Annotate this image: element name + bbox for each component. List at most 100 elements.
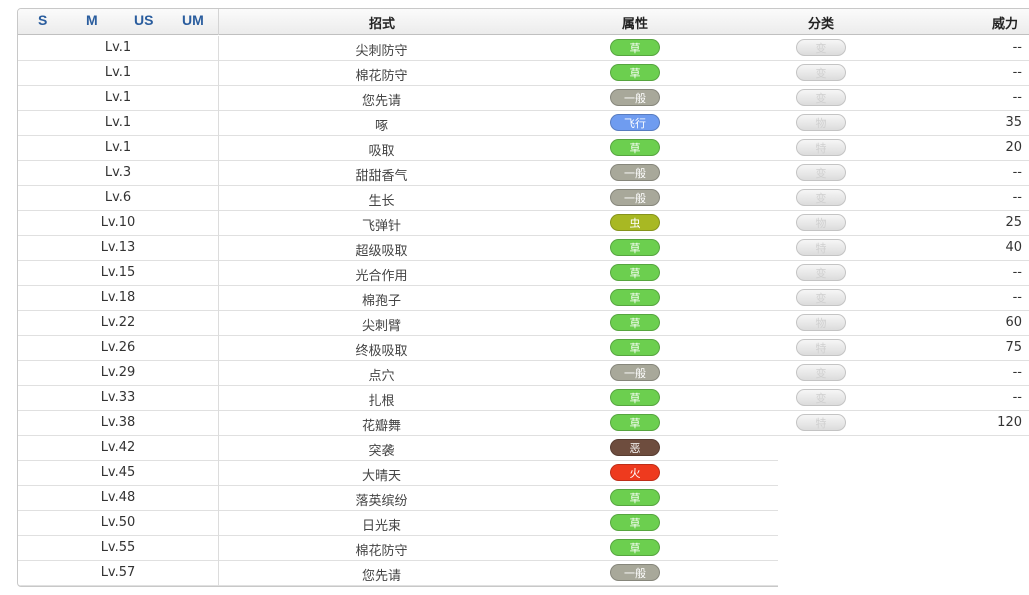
category-badge: 变 — [796, 289, 846, 306]
type-badge: 草 — [610, 489, 660, 506]
table-row[interactable]: Lv.29 点穴 一般 变 -- — [18, 361, 1029, 386]
table-row[interactable]: Lv.57 您先请 一般 — [18, 561, 1029, 586]
type-badge: 草 — [610, 339, 660, 356]
move-name-link[interactable]: 突袭 — [219, 440, 544, 459]
move-name-link[interactable]: 终极吸取 — [219, 340, 544, 359]
table-row[interactable]: Lv.45 大晴天 火 — [18, 461, 1029, 486]
power-cell: -- — [1012, 90, 1022, 105]
table-row[interactable]: Lv.1 啄 飞行 物 35 — [18, 111, 1029, 136]
category-badge: 变 — [796, 264, 846, 281]
type-badge: 一般 — [610, 164, 660, 181]
category-badge: 物 — [796, 314, 846, 331]
move-name-link[interactable]: 超级吸取 — [219, 240, 544, 259]
type-badge: 虫 — [610, 214, 660, 231]
category-badge: 物 — [796, 214, 846, 231]
table-row[interactable]: Lv.42 突袭 恶 — [18, 436, 1029, 461]
table-row[interactable]: Lv.50 日光束 草 — [18, 511, 1029, 536]
level-cell: Lv.33 — [100, 390, 136, 405]
power-cell: -- — [1012, 165, 1022, 180]
move-name-link[interactable]: 您先请 — [219, 90, 544, 109]
table-row[interactable]: Lv.1 棉花防守 草 变 -- — [18, 61, 1029, 86]
move-name-link[interactable]: 啄 — [219, 115, 544, 134]
level-cell: Lv.50 — [100, 515, 136, 530]
move-name-link[interactable]: 花瓣舞 — [219, 415, 544, 434]
table-row[interactable]: Lv.1 您先请 一般 变 -- — [18, 86, 1029, 111]
table-row[interactable]: Lv.1 吸取 草 特 20 — [18, 136, 1029, 161]
table-row[interactable]: Lv.3 甜甜香气 一般 变 -- — [18, 161, 1029, 186]
power-cell: 60 — [1005, 315, 1022, 330]
level-cell: Lv.15 — [100, 265, 136, 280]
level-cell: Lv.18 — [100, 290, 136, 305]
type-badge: 一般 — [610, 189, 660, 206]
header-category: 分类 — [807, 17, 834, 32]
power-cell: -- — [1012, 390, 1022, 405]
table-row[interactable]: Lv.10 飞弹针 虫 物 25 — [18, 211, 1029, 236]
level-cell: Lv.48 — [100, 490, 136, 505]
move-name-link[interactable]: 光合作用 — [219, 265, 544, 284]
table-row[interactable]: Lv.13 超级吸取 草 特 40 — [18, 236, 1029, 261]
level-cell: Lv.1 — [104, 140, 132, 155]
level-cell: Lv.57 — [100, 565, 136, 580]
type-badge: 一般 — [610, 89, 660, 106]
table-row[interactable]: Lv.48 落英缤纷 草 — [18, 486, 1029, 511]
type-badge: 草 — [610, 414, 660, 431]
move-name-link[interactable]: 您先请 — [219, 565, 544, 584]
type-badge: 飞行 — [610, 114, 660, 131]
table-row[interactable]: Lv.1 尖刺防守 草 变 -- — [18, 36, 1029, 61]
table-body: Lv.1 尖刺防守草变 -- Lv.1 棉花防守草变 -- Lv.1 您先请 一般变 -- Lv.1… — [18, 36, 1029, 586]
type-badge: 一般 — [610, 364, 660, 381]
header-power: 威力 — [991, 17, 1018, 32]
type-badge: 一般 — [610, 564, 660, 581]
move-name-link[interactable]: 棉花防守 — [219, 65, 544, 84]
power-cell: -- — [1012, 290, 1022, 305]
power-cell: -- — [1012, 65, 1022, 80]
version-tab-s[interactable]: S — [38, 12, 47, 28]
move-name-link[interactable]: 尖刺臂 — [219, 315, 544, 334]
header-divider — [218, 9, 219, 35]
level-cell: Lv.6 — [104, 190, 132, 205]
type-badge: 草 — [610, 289, 660, 306]
level-cell: Lv.26 — [100, 340, 136, 355]
power-cell: 25 — [1005, 215, 1022, 230]
version-tab-m[interactable]: M — [86, 12, 98, 28]
header-move: 招式 — [368, 17, 395, 32]
table-row[interactable]: Lv.18 棉孢子 草 变 -- — [18, 286, 1029, 311]
level-cell: Lv.1 — [104, 90, 132, 105]
type-badge: 草 — [610, 314, 660, 331]
type-badge: 草 — [610, 514, 660, 531]
table-row[interactable]: Lv.26 终极吸取 草 特 75 — [18, 336, 1029, 361]
type-badge: 草 — [610, 389, 660, 406]
move-name-link[interactable]: 棉孢子 — [219, 290, 544, 309]
category-badge: 变 — [796, 364, 846, 381]
move-name-link[interactable]: 棉花防守 — [219, 540, 544, 559]
move-name-link[interactable]: 飞弹针 — [219, 215, 544, 234]
header-type: 属性 — [621, 17, 648, 32]
move-name-link[interactable]: 吸取 — [219, 140, 544, 159]
level-cell: Lv.42 — [100, 440, 136, 455]
move-name-link[interactable]: 日光束 — [219, 515, 544, 534]
type-badge: 草 — [610, 139, 660, 156]
category-badge: 特 — [796, 414, 846, 431]
category-badge: 特 — [796, 139, 846, 156]
table-row[interactable]: Lv.22 尖刺臂 草 物 60 — [18, 311, 1029, 336]
table-row[interactable]: Lv.15 光合作用 草 变 -- — [18, 261, 1029, 286]
version-tab-um[interactable]: UM — [182, 12, 204, 28]
level-cell: Lv.1 — [104, 40, 132, 55]
table-row[interactable]: Lv.55 棉花防守 草 — [18, 536, 1029, 561]
table-row[interactable]: Lv.38 花瓣舞 草 特 120 — [18, 411, 1029, 436]
category-badge: 变 — [796, 389, 846, 406]
move-name-link[interactable]: 点穴 — [219, 365, 544, 384]
move-name-link[interactable]: 落英缤纷 — [219, 490, 544, 509]
move-name-link[interactable]: 大晴天 — [219, 465, 544, 484]
move-name-link[interactable]: 甜甜香气 — [219, 165, 544, 184]
table-row[interactable]: Lv.6 生长 一般 变 -- — [18, 186, 1029, 211]
table-header: S M US UM 招式 属性 分类 威力 — [18, 9, 1029, 35]
version-tab-us[interactable]: US — [134, 12, 153, 28]
move-name-link[interactable]: 生长 — [219, 190, 544, 209]
move-name-link[interactable]: 尖刺防守 — [219, 40, 544, 59]
table-row[interactable]: Lv.33 扎根 草 变 -- — [18, 386, 1029, 411]
category-badge: 变 — [796, 64, 846, 81]
level-cell: Lv.1 — [104, 65, 132, 80]
level-cell: Lv.13 — [100, 240, 136, 255]
move-name-link[interactable]: 扎根 — [219, 390, 544, 409]
